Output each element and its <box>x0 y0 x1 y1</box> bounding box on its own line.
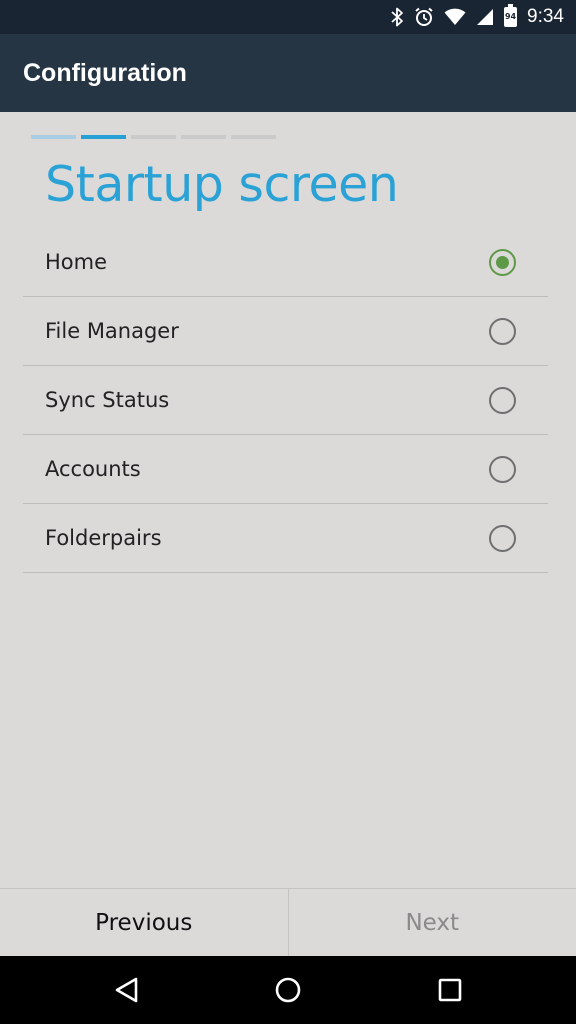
status-time: 9:34 <box>527 6 564 27</box>
progress-step-2 <box>81 135 126 139</box>
radio-unselected-icon[interactable] <box>489 387 516 414</box>
option-label: Sync Status <box>45 388 170 412</box>
previous-button[interactable]: Previous <box>0 889 289 956</box>
status-icons: 94 9:34 <box>390 0 564 34</box>
recents-icon[interactable] <box>436 976 464 1004</box>
section-title: Startup screen <box>45 156 399 213</box>
startup-options-list: Home File Manager Sync Status Accounts F… <box>23 228 548 573</box>
option-home[interactable]: Home <box>23 228 548 297</box>
wizard-button-bar: Previous Next <box>0 888 576 956</box>
system-nav-bar <box>0 956 576 1024</box>
progress-step-5 <box>231 135 276 139</box>
app-title: Configuration <box>23 59 187 87</box>
progress-step-1 <box>31 135 76 139</box>
status-bar: 94 9:34 <box>0 0 576 34</box>
home-icon[interactable] <box>274 976 302 1004</box>
alarm-icon <box>415 7 433 26</box>
battery-icon: 94 <box>504 4 518 27</box>
battery-level: 94 <box>504 12 517 21</box>
radio-unselected-icon[interactable] <box>489 318 516 345</box>
back-icon[interactable] <box>113 976 141 1004</box>
wizard-content: Startup screen Home File Manager Sync St… <box>0 112 576 888</box>
option-label: Folderpairs <box>45 526 162 550</box>
wifi-icon <box>444 8 466 25</box>
progress-step-3 <box>131 135 176 139</box>
bluetooth-icon <box>391 7 403 27</box>
option-label: Accounts <box>45 457 141 481</box>
cell-signal-icon <box>477 9 494 25</box>
option-file-manager[interactable]: File Manager <box>23 297 548 366</box>
option-label: File Manager <box>45 319 179 343</box>
radio-unselected-icon[interactable] <box>489 456 516 483</box>
radio-unselected-icon[interactable] <box>489 525 516 552</box>
option-folderpairs[interactable]: Folderpairs <box>23 504 548 573</box>
progress-step-4 <box>181 135 226 139</box>
option-accounts[interactable]: Accounts <box>23 435 548 504</box>
next-button[interactable]: Next <box>289 889 576 956</box>
radio-selected-icon[interactable] <box>489 249 516 276</box>
wizard-progress <box>31 135 276 139</box>
app-bar: Configuration <box>0 34 576 112</box>
option-sync-status[interactable]: Sync Status <box>23 366 548 435</box>
option-label: Home <box>45 250 108 274</box>
